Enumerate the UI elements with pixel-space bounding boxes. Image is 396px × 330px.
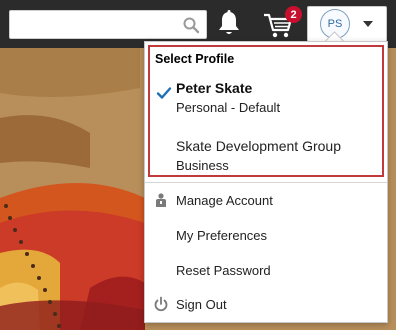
menu-item-label: Manage Account: [176, 193, 273, 208]
chevron-down-icon: [363, 21, 373, 27]
search-input[interactable]: [16, 11, 180, 39]
menu-item-label: Reset Password: [176, 263, 271, 278]
search-box[interactable]: [9, 10, 207, 39]
select-profile-section: Select Profile Peter Skate Personal - De…: [148, 45, 384, 177]
profile-type-label: Personal - Default: [176, 100, 281, 115]
reset-password-item[interactable]: Reset Password: [145, 254, 387, 288]
sign-out-item[interactable]: Sign Out: [145, 288, 387, 322]
menu-divider: [145, 182, 387, 183]
section-title: Select Profile: [155, 52, 235, 66]
profile-type-label: Business: [176, 158, 229, 173]
my-preferences-item[interactable]: My Preferences: [145, 219, 387, 253]
power-icon: [154, 296, 168, 312]
bell-icon[interactable]: [216, 9, 242, 37]
profile-dropdown-menu: Select Profile Peter Skate Personal - De…: [144, 41, 388, 323]
menu-item-label: My Preferences: [176, 228, 268, 243]
profile-option-business[interactable]: Skate Development Group: [176, 138, 341, 154]
cart-count-badge: 2: [285, 6, 302, 23]
profile-option-personal[interactable]: Peter Skate: [176, 80, 252, 96]
checkmark-icon: [156, 87, 172, 99]
person-icon: [156, 193, 166, 207]
manage-account-item[interactable]: Manage Account: [145, 184, 387, 218]
search-icon[interactable]: [182, 16, 200, 34]
menu-item-label: Sign Out: [176, 297, 227, 312]
profile-menu-button[interactable]: PS: [307, 6, 387, 42]
